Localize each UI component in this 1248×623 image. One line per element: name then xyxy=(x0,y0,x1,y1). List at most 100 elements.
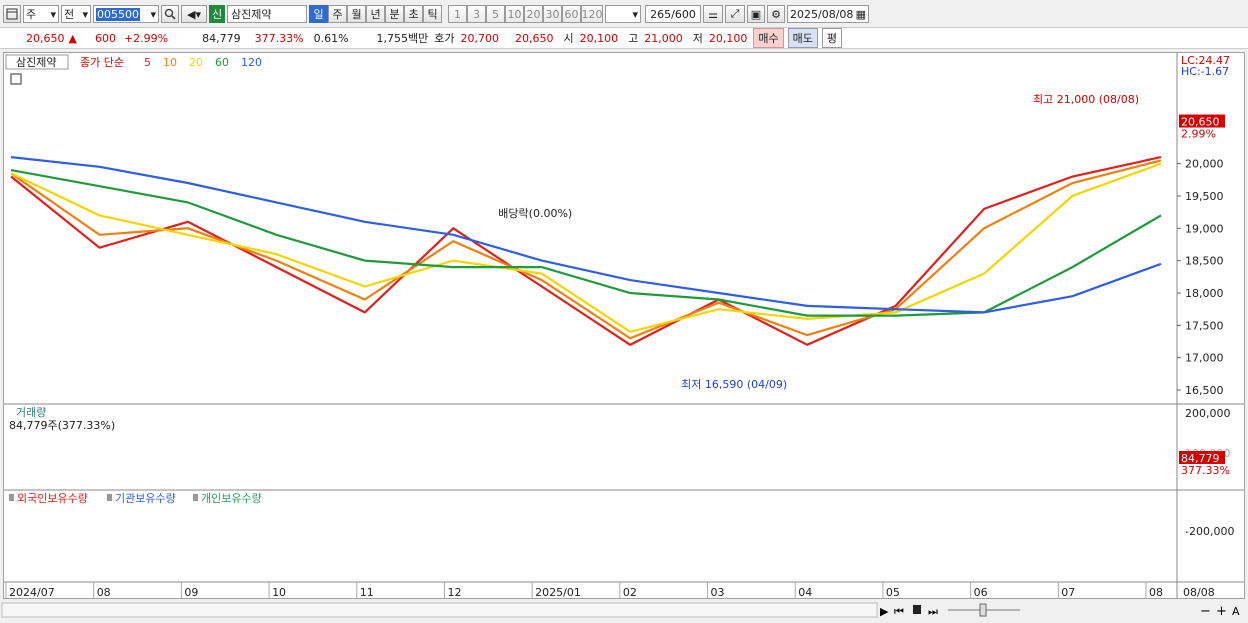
x-axis-label: 02 xyxy=(623,586,637,598)
zoom-out-icon[interactable]: − xyxy=(1200,604,1211,619)
period-일[interactable]: 일 xyxy=(309,5,328,23)
volume-tick-top: 200,000 xyxy=(1185,407,1231,420)
period-초[interactable]: 초 xyxy=(404,5,423,23)
x-axis-label: 09 xyxy=(184,586,198,598)
zoom-in-icon[interactable]: + xyxy=(1216,604,1227,619)
chart-area[interactable]: 16,500 17,000 17,500 18,000 18,500 19,000 19,5… xyxy=(3,52,1245,599)
current-price: 20,650 xyxy=(26,31,65,45)
dividend-annotation: 배당락(0.00%) xyxy=(498,207,572,220)
interval-20[interactable]: 20 xyxy=(524,5,543,23)
open-label: 시 xyxy=(563,32,574,45)
stock-code-input[interactable]: 005500 ▾ xyxy=(93,5,159,23)
holding-legend-2: 개인보유수량 xyxy=(201,492,262,505)
holding-legend-swatch xyxy=(9,494,14,501)
x-axis-label: 12 xyxy=(447,586,461,598)
holding-legend-0: 외국인보유수량 xyxy=(17,492,88,505)
nav-scroll[interactable] xyxy=(1,602,878,618)
eval-button[interactable]: 평 xyxy=(821,28,843,48)
stop-icon[interactable] xyxy=(913,605,921,614)
interval-group: 1 3 5 10 20 30 60 120 xyxy=(448,5,603,23)
x-axis-label: 05 xyxy=(886,586,900,598)
sound-icon[interactable]: ◀▾ xyxy=(181,5,207,23)
bid-price: 20,650 xyxy=(515,31,554,45)
volume-info: 84,779주(377.33%) xyxy=(9,419,115,432)
buy-button[interactable]: 매수 xyxy=(753,28,784,48)
ask-price: 20,700 xyxy=(460,31,500,45)
gear-icon[interactable]: ⚙ xyxy=(767,5,785,23)
toolbar: 주 ▾ 전 ▾ 005500 ▾ ◀▾ 신 삼진제약 일주월년분초틱 1 3 5 10 20 3… xyxy=(0,2,1248,26)
ma-line-60 xyxy=(10,169,1162,317)
interval-3[interactable]: 3 xyxy=(467,5,486,23)
interval-5[interactable]: 5 xyxy=(486,5,505,23)
period-분[interactable]: 분 xyxy=(385,5,404,23)
sell-button[interactable]: 매도 xyxy=(787,28,818,48)
holding-legend-swatch xyxy=(193,494,198,501)
legend-ma-20: 20 xyxy=(189,56,203,69)
x-axis-label: 03 xyxy=(711,586,725,598)
low-price: 20,100 xyxy=(708,31,748,45)
new-badge[interactable]: 신 xyxy=(209,5,225,23)
price-tick-label: 18,500 xyxy=(1185,255,1224,268)
rewind-icon[interactable]: ⏮ xyxy=(894,605,904,618)
period-년[interactable]: 년 xyxy=(366,5,385,23)
legend-ma-10: 10 xyxy=(163,56,177,69)
interval-30[interactable]: 30 xyxy=(543,5,562,23)
legend-ma-5: 5 xyxy=(144,56,151,69)
price-tick-label: 19,500 xyxy=(1185,190,1224,203)
low-label: 저 xyxy=(692,32,703,45)
period-월[interactable]: 월 xyxy=(347,5,366,23)
svg-text:A: A xyxy=(1232,605,1240,618)
hc-label: HC:-1.67 xyxy=(1181,65,1229,78)
price-tick-label: 19,000 xyxy=(1185,222,1224,235)
volume: 84,779 xyxy=(202,31,241,45)
date-input[interactable]: 2025/08/08 ▦ xyxy=(787,5,869,23)
candle-icon[interactable]: ⚌ xyxy=(703,5,723,23)
interval-10[interactable]: 10 xyxy=(505,5,524,23)
svg-text:▶: ▶ xyxy=(880,605,889,618)
chevron-down-icon: ▾ xyxy=(150,7,156,21)
price-tick-label: 17,000 xyxy=(1185,352,1224,365)
count-input[interactable]: 265/600 xyxy=(645,5,701,23)
volume-last-pct: 377.33% xyxy=(1181,464,1230,477)
period-group: 일주월년분초틱 xyxy=(309,5,442,23)
svg-text:+: + xyxy=(1216,604,1227,619)
calendar-icon: ▦ xyxy=(855,7,866,21)
market2-select[interactable]: 전 ▾ xyxy=(61,5,91,23)
x-axis-label: 11 xyxy=(360,586,374,598)
x-axis-label: 08 xyxy=(97,586,111,598)
svg-text:⏮: ⏮ xyxy=(894,605,904,618)
scroll-right-icon[interactable]: ▶ xyxy=(880,605,889,618)
interval-120[interactable]: 120 xyxy=(581,5,603,23)
x-axis-label: 2024/07 xyxy=(9,586,55,598)
volume-title: 거래량 xyxy=(16,406,46,419)
interval-select[interactable]: ▾ xyxy=(605,5,641,23)
market-select[interactable]: 주 ▾ xyxy=(23,5,59,23)
ma-line-5 xyxy=(10,156,1162,347)
zoom-slider[interactable] xyxy=(948,603,1020,617)
x-axis-label: 06 xyxy=(974,586,988,598)
interval-1[interactable]: 1 xyxy=(448,5,467,23)
period-틱[interactable]: 틱 xyxy=(423,5,442,23)
holding-tick: -200,000 xyxy=(1185,525,1234,538)
grid-toggle-icon xyxy=(10,73,22,85)
x-axis-label: 08/08 xyxy=(1183,586,1215,598)
holding-legend-swatch xyxy=(107,494,112,501)
turnover: 0.61% xyxy=(313,31,349,45)
search-icon[interactable] xyxy=(161,5,179,23)
x-axis-label: 08 xyxy=(1149,586,1163,598)
open-price: 20,100 xyxy=(579,31,619,45)
layout-icon[interactable] xyxy=(3,5,21,23)
period-주[interactable]: 주 xyxy=(328,5,347,23)
price-tick-label: 16,500 xyxy=(1185,384,1224,397)
draw-icon[interactable]: ⤢ xyxy=(725,5,745,23)
ma-line-20 xyxy=(10,162,1162,333)
price-tick-label: 18,000 xyxy=(1185,287,1224,300)
fast-forward-icon[interactable]: ⏭ xyxy=(928,605,938,618)
interval-60[interactable]: 60 xyxy=(562,5,581,23)
x-axis-label: 10 xyxy=(272,586,286,598)
text-size-icon[interactable]: A xyxy=(1232,605,1240,618)
stock-chart[interactable]: 16,500 17,000 17,500 18,000 18,500 19,000 19,5… xyxy=(4,53,1244,599)
price-tick-label: 17,500 xyxy=(1185,319,1224,332)
last-pct-label: 2.99% xyxy=(1181,128,1216,141)
save-icon[interactable]: ▣ xyxy=(747,5,765,23)
